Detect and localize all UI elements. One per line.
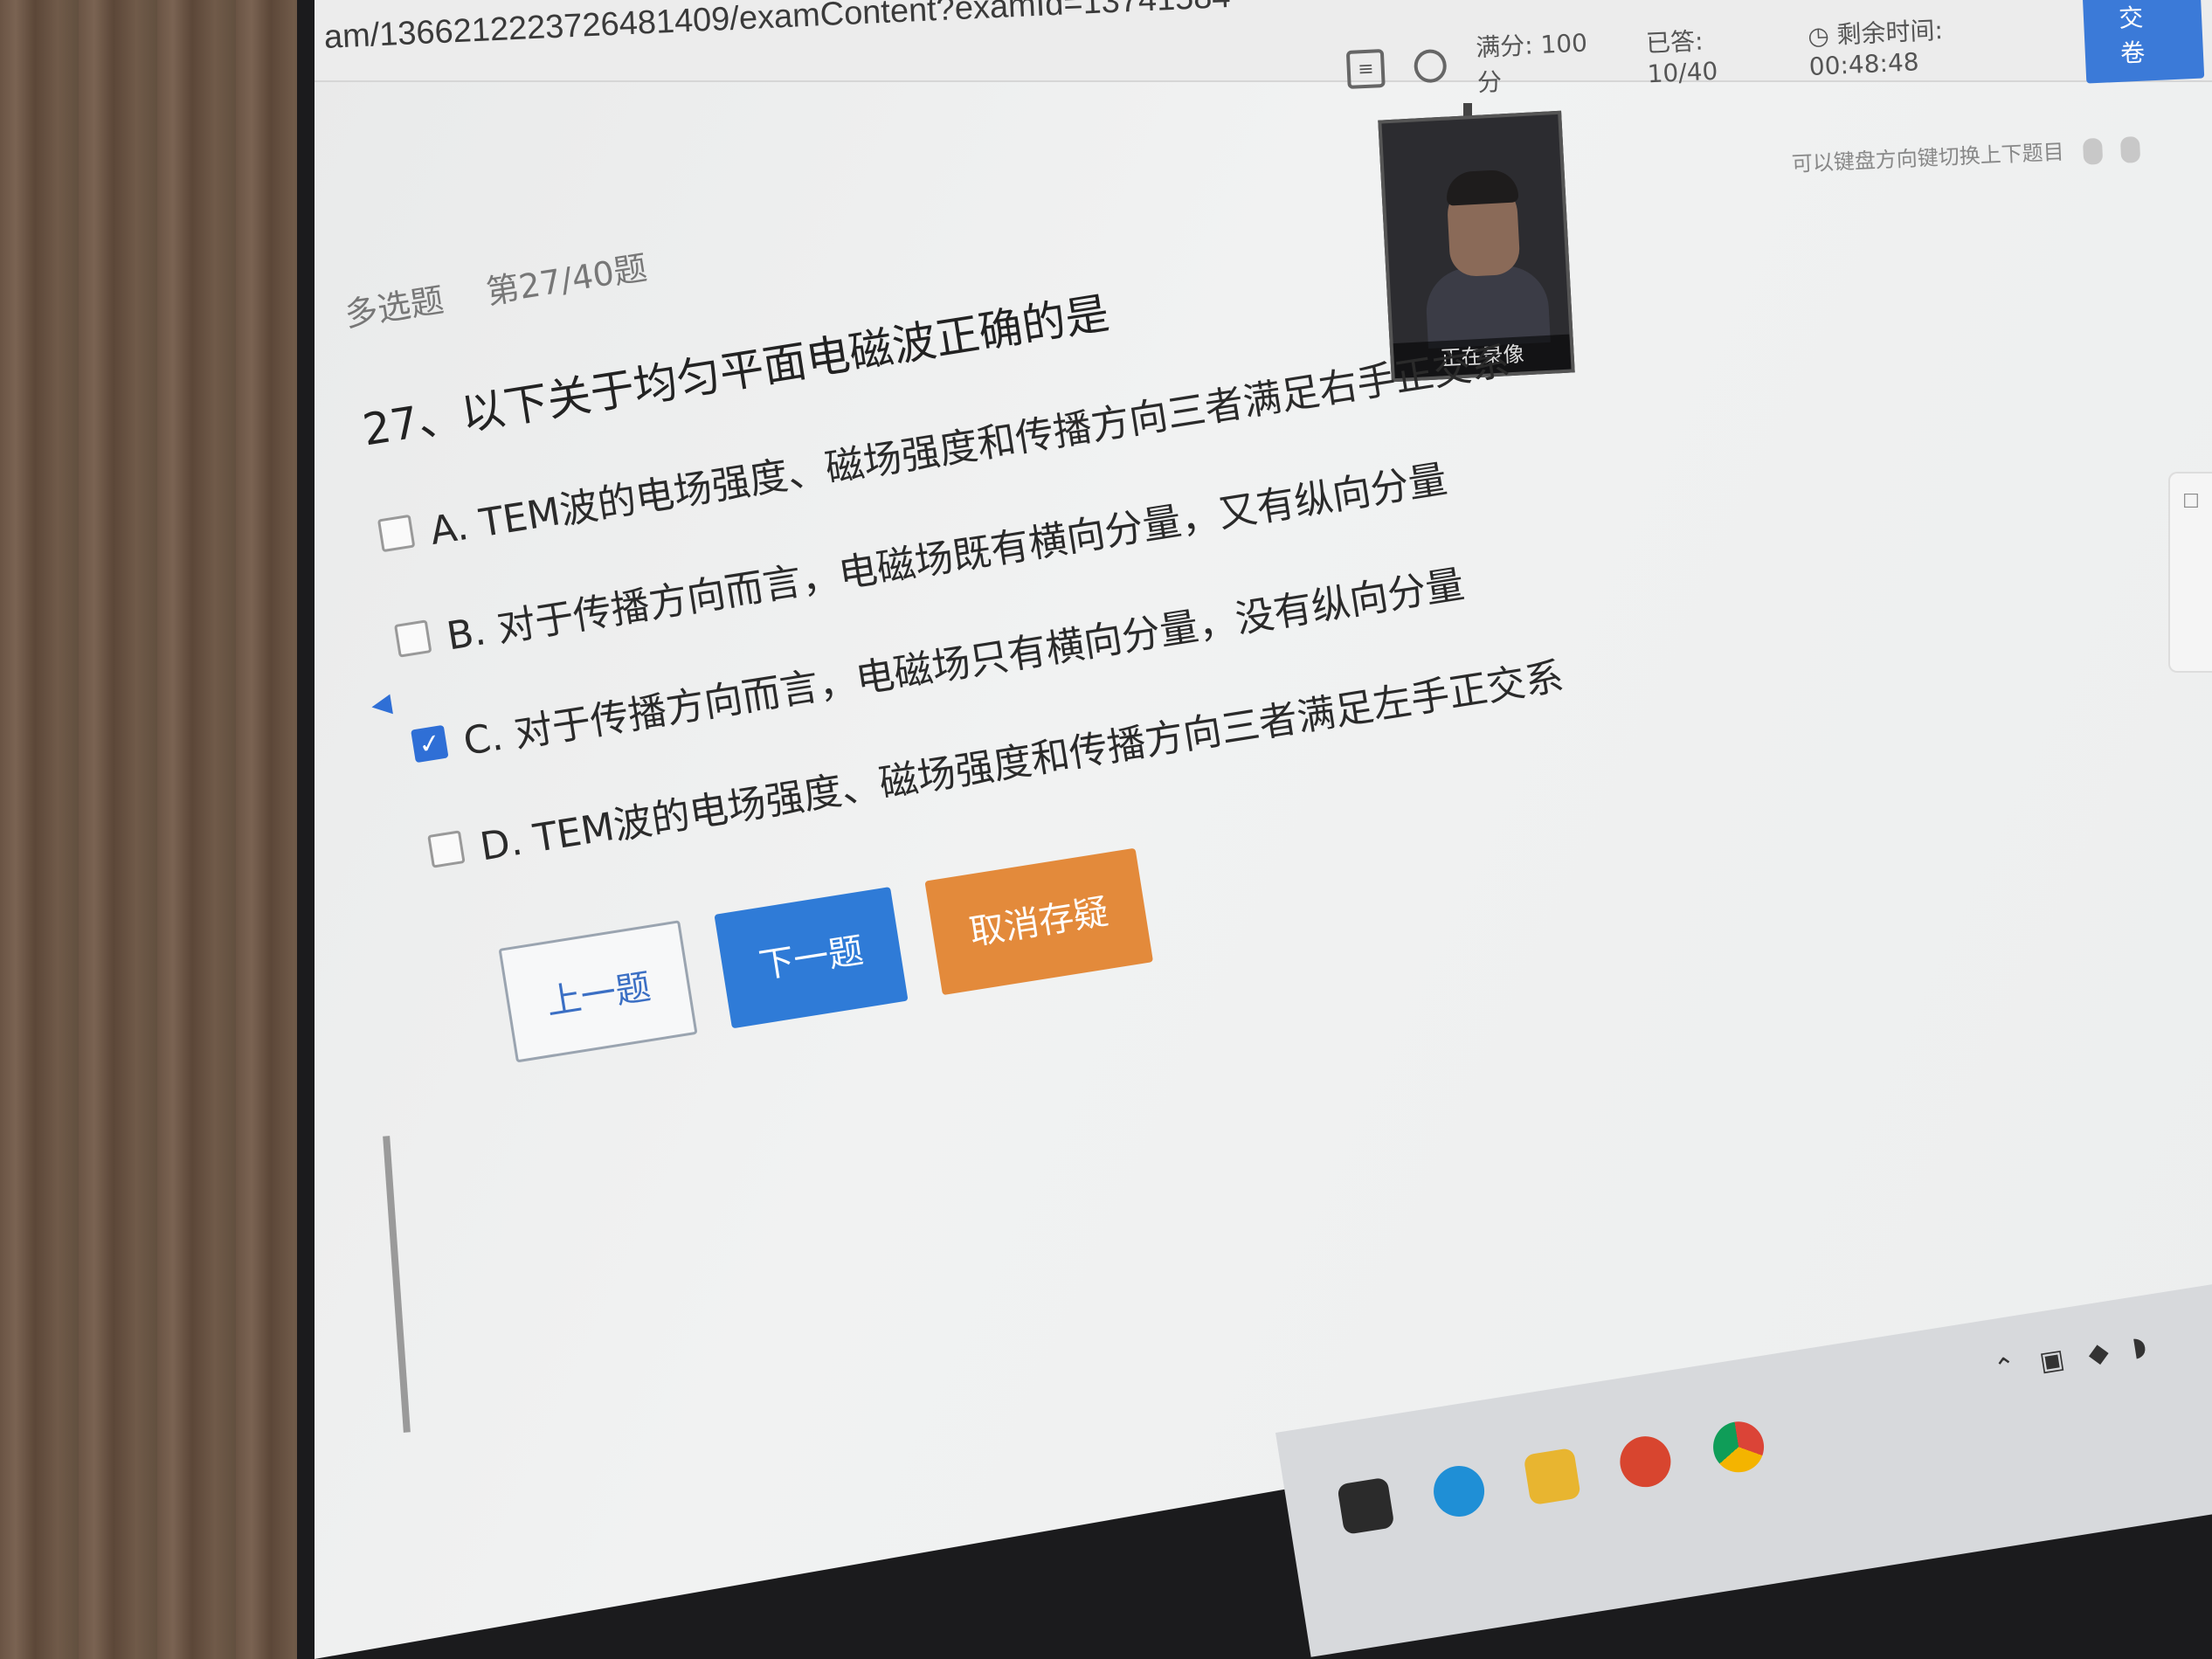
camera-icon[interactable] [1414,48,1448,84]
checkbox-c[interactable]: ✓ [411,724,449,764]
answered-count: 已答: 10/40 [1645,25,1719,88]
tray-chevron-icon[interactable]: ⌃ [1992,1351,2018,1386]
scrollbar[interactable] [383,1136,411,1433]
question-panel: 多选题 第27/40题 27、以下关于均匀平面电磁波正确的是 ◀ A. TEM波… [341,83,1759,1070]
keyboard-hint: 可以键盘方向键切换上下题目 [1791,131,2141,178]
hint-text: 可以键盘方向键切换上下题目 [1791,139,2065,176]
side-panel-tab[interactable]: ☐ [2168,472,2212,673]
hint-toggle-icon[interactable] [2082,137,2103,165]
wifi-icon[interactable]: ◆ [2086,1337,2111,1370]
submit-button[interactable]: 交卷 [2082,0,2205,84]
edge-browser-icon[interactable] [1429,1462,1489,1521]
prev-question-button[interactable]: 上一题 [498,920,698,1063]
timer-value: 剩余时间: 00:48:48 [1808,15,1944,81]
full-score: 满分: 100 分 [1475,28,1588,98]
checkbox-a[interactable] [377,514,416,553]
question-type: 多选题 [342,280,446,335]
hint-toggle-icon[interactable] [2120,135,2141,163]
search-app-icon[interactable] [1616,1432,1675,1491]
timer: ◷ 剩余时间: 00:48:48 [1807,15,1944,81]
taskview-icon[interactable] [1337,1476,1395,1536]
url-text[interactable]: am/1366212223726481409/examContent?examI… [323,0,1231,57]
input-method-icon[interactable]: ▣ [2037,1344,2066,1378]
side-tab-icon: ☐ [2182,491,2200,513]
system-tray: ⌃ ▣ ◆ ◗ [1992,1331,2149,1385]
file-explorer-icon[interactable] [1523,1447,1581,1506]
question-progress: 第27/40题 [483,248,650,312]
taskbar-apps [1337,1418,1768,1536]
next-question-button[interactable]: 下一题 [714,887,909,1029]
unmark-question-button[interactable]: 取消存疑 [924,847,1154,996]
checkbox-b[interactable] [394,619,432,658]
checkbox-d[interactable] [427,830,466,868]
volume-icon[interactable]: ◗ [2130,1331,2148,1363]
collapse-arrow-icon[interactable]: ◀ [369,688,393,721]
chrome-icon[interactable] [1709,1418,1768,1476]
note-icon[interactable]: ≡ [1345,49,1386,89]
